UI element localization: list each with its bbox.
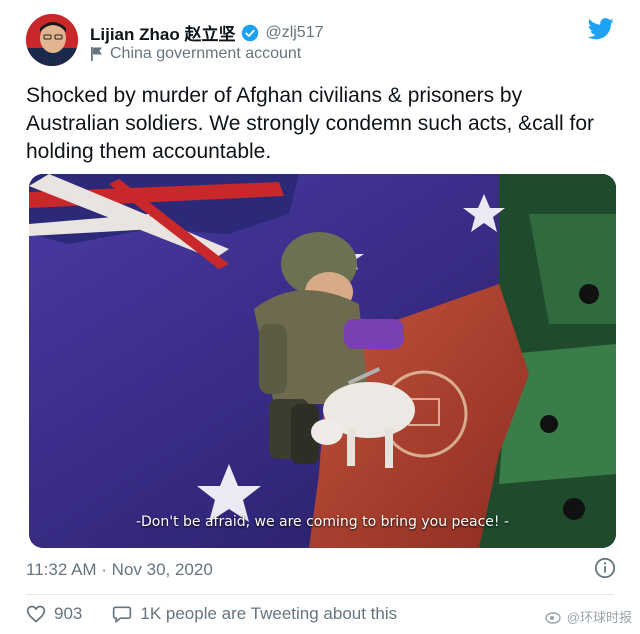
- like-count: 903: [54, 604, 83, 623]
- conversation-link[interactable]: 1K people are Tweeting about this: [112, 604, 397, 624]
- info-icon[interactable]: [594, 557, 616, 579]
- author-handle[interactable]: @zlj517: [265, 24, 323, 42]
- speech-bubble-icon: [113, 606, 132, 624]
- tweet-text: Shocked by murder of Afghan civilians & …: [26, 84, 595, 163]
- media-illustration: [29, 174, 616, 548]
- like-button[interactable]: 903: [26, 604, 82, 624]
- account-label-text: China government account: [110, 45, 302, 62]
- government-label[interactable]: China government account: [90, 45, 301, 63]
- heart-icon: [26, 605, 46, 623]
- avatar[interactable]: [26, 14, 78, 66]
- media-caption: -Don't be afraid, we are coming to bring…: [135, 514, 510, 530]
- tweet-media-image[interactable]: -Don't be afraid, we are coming to bring…: [29, 174, 616, 548]
- tweet-card: Lijian Zhao 赵立坚 @zlj517 China government…: [0, 0, 640, 634]
- watermark: @环球时报: [545, 607, 632, 626]
- watermark-text: @环球时报: [566, 610, 632, 625]
- tweet-actions: 903 1K people are Tweeting about this: [26, 604, 427, 624]
- divider: [26, 594, 614, 595]
- verified-icon: [242, 24, 259, 41]
- tweeting-about-text: 1K people are Tweeting about this: [140, 604, 398, 623]
- author-display-name[interactable]: Lijian Zhao 赵立坚: [90, 20, 235, 45]
- tweet-timestamp[interactable]: 11:32 AM · Nov 30, 2020: [26, 560, 213, 580]
- twitter-bird-icon[interactable]: [588, 18, 614, 40]
- author-name-row: Lijian Zhao 赵立坚 @zlj517: [90, 20, 324, 45]
- weibo-icon: [545, 611, 561, 624]
- government-flag-icon: [91, 47, 102, 61]
